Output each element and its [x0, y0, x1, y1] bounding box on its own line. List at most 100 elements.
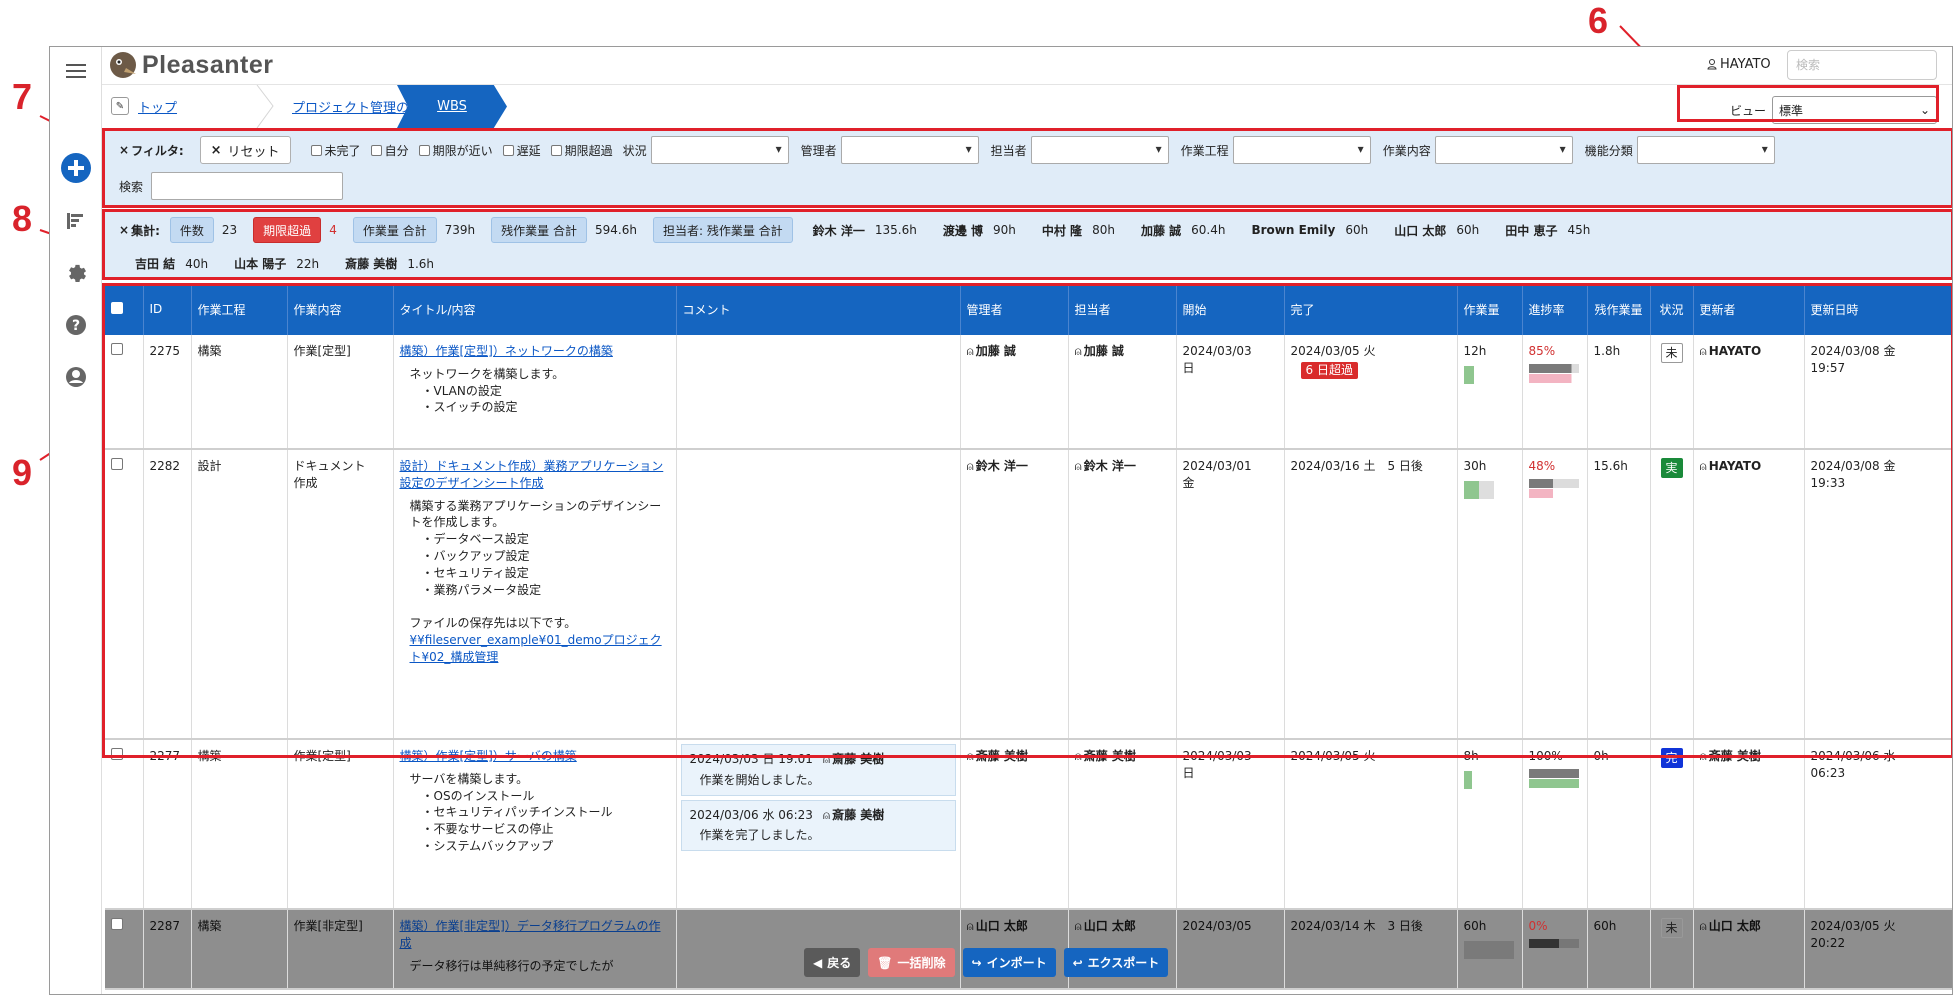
filter-content-select[interactable]	[1434, 136, 1573, 164]
table-row[interactable]: 2275 構築 作業[定型] 構築）作業[定型]）ネットワークの構築 ネットワー…	[105, 335, 1952, 450]
user-icon: ⍝	[1699, 749, 1707, 763]
table-row[interactable]: 2277 構築 作業[定型] 構築）作業[定型]）サーバの構築 サーバを構築しま…	[105, 739, 1952, 910]
user-icon: ⍝	[966, 344, 974, 358]
cell-id: 2287	[143, 909, 192, 990]
view-select[interactable]: 標準 ⌄	[1772, 96, 1938, 124]
header-end[interactable]: 完了	[1284, 283, 1458, 335]
row-checkbox[interactable]	[111, 748, 123, 760]
cell-remain: 60h	[1587, 909, 1651, 990]
filter-search-label: 検索	[119, 179, 144, 194]
row-title-link[interactable]: 構築）作業[定型]）ネットワークの構築	[400, 344, 613, 358]
header-id[interactable]: ID	[143, 283, 192, 335]
header-start[interactable]: 開始	[1176, 283, 1285, 335]
breadcrumb-item-wbs[interactable]: WBS	[397, 85, 507, 128]
import-button[interactable]: ↪ インポート	[962, 948, 1056, 977]
menu-icon[interactable]	[50, 61, 102, 81]
cell-end: 2024/03/05 火	[1284, 739, 1458, 910]
header-search-input[interactable]	[1787, 50, 1937, 80]
header-progress[interactable]: 進捗率	[1522, 283, 1588, 335]
comment-card[interactable]: 2024/03/06 水 06:23 ⍝ 斎藤 美樹 作業を完了しました。	[680, 799, 956, 852]
comment-card[interactable]: 2024/03/03 日 19:01 ⍝ 斎藤 美樹 作業を開始しました。	[680, 744, 956, 796]
gantt-icon[interactable]	[50, 209, 102, 233]
header-remain[interactable]: 残作業量	[1587, 283, 1651, 335]
row-checkbox[interactable]	[111, 458, 123, 470]
file-path-link[interactable]: ¥¥fileserver_example¥01_demoプロジェクト¥02_構成…	[410, 633, 662, 664]
cell-assignee: ⍝ 鈴木 洋一	[1068, 449, 1177, 740]
cell-manager: ⍝ 鈴木 洋一	[960, 449, 1069, 740]
aggregate-close-icon[interactable]: ×	[119, 223, 129, 237]
filter-check-self[interactable]: 自分	[370, 142, 409, 159]
cell-start: 2024/03/05	[1176, 909, 1285, 990]
count-chip[interactable]: 件数	[169, 217, 214, 243]
back-button[interactable]: ◀ 戻る	[804, 948, 861, 977]
gear-icon[interactable]	[50, 261, 102, 285]
row-title-link[interactable]: 構築）作業[非定型]）データ移行プログラムの作成	[400, 919, 661, 950]
header-process[interactable]: 作業工程	[191, 283, 288, 335]
aggregate-person: 田中 恵子 45h	[1505, 223, 1591, 238]
row-title-link[interactable]: 構築）作業[定型]）サーバの構築	[400, 749, 577, 763]
table-row[interactable]: 2282 設計 ドキュメント 作成 設計）ドキュメント作成）業務アプリケーション…	[105, 449, 1952, 740]
end-date: 2024/03/05 火	[1290, 344, 1376, 358]
progress-bar	[1528, 768, 1579, 788]
progress-bar	[1528, 938, 1579, 948]
cell-updater: ⍝ 山口 太郎	[1693, 909, 1805, 990]
cell-comment: 2024/03/03 日 19:01 ⍝ 斎藤 美樹 作業を開始しました。 2024…	[676, 739, 961, 910]
bulk-delete-button[interactable]: 🗑 一括削除	[868, 948, 955, 977]
cell-status: 未	[1650, 335, 1694, 450]
filter-check-near-deadline[interactable]: 期限が近い	[418, 142, 493, 159]
view-selected: 標準	[1779, 103, 1804, 118]
filter-function-select[interactable]	[1636, 136, 1775, 164]
filter-search-input[interactable]	[151, 172, 344, 200]
header-updater[interactable]: 更新者	[1693, 283, 1805, 335]
filter-manager-select[interactable]	[840, 136, 979, 164]
cell-updated: 2024/03/08 金 19:33	[1804, 449, 1952, 740]
logo[interactable]: Pleasanter	[108, 50, 273, 80]
help-icon[interactable]: ?	[50, 313, 102, 337]
header-work[interactable]: 作業量	[1457, 283, 1523, 335]
cell-remain: 15.6h	[1587, 449, 1651, 740]
add-icon[interactable]	[50, 151, 102, 185]
cell-start: 2024/03/01 金	[1176, 449, 1285, 740]
row-body: サーバを構築します。 ・OSのインストール ・セキュリティパッチインストール ・…	[409, 771, 613, 853]
account-icon[interactable]	[50, 365, 102, 389]
filter-status-select[interactable]	[650, 136, 789, 164]
filter-close-icon[interactable]: ×	[119, 143, 129, 157]
trash-icon: 🗑	[877, 955, 893, 970]
app-window: ? Pleasanter HAYATO ✎ トップ プロジェクト管理の例 WBS	[49, 46, 1953, 995]
cell-start: 2024/03/03 日	[1176, 335, 1285, 450]
cell-updater: ⍝ 斎藤 美樹	[1693, 739, 1805, 910]
row-title-link[interactable]: 設計）ドキュメント作成）業務アプリケーション設定のデザインシート作成	[400, 459, 664, 490]
assignee-remain-chip[interactable]: 担当者: 残作業量 合計	[652, 217, 793, 243]
edit-icon[interactable]: ✎	[111, 97, 129, 115]
breadcrumb-item-top[interactable]: トップ	[138, 85, 177, 128]
remain-sum-chip[interactable]: 残作業量 合計	[491, 217, 587, 243]
filter-check-overdue[interactable]: 期限超過	[550, 142, 613, 159]
export-icon: ↩	[1072, 955, 1083, 970]
cell-status: 完	[1650, 739, 1694, 910]
filter-check-incomplete[interactable]: 未完了	[310, 142, 361, 159]
row-checkbox[interactable]	[111, 343, 123, 355]
filter-assignee-select[interactable]	[1030, 136, 1169, 164]
select-all-checkbox[interactable]	[105, 283, 144, 335]
header-content[interactable]: 作業内容	[287, 283, 394, 335]
header-comment[interactable]: コメント	[676, 283, 961, 335]
overdue-chip[interactable]: 期限超過	[253, 217, 322, 243]
export-button[interactable]: ↩ エクスポート	[1063, 948, 1169, 977]
filter-process-select[interactable]	[1232, 136, 1371, 164]
row-checkbox[interactable]	[111, 918, 123, 930]
filter-check-delay[interactable]: 遅延	[502, 142, 541, 159]
work-sum-chip[interactable]: 作業量 合計	[352, 217, 437, 243]
user-icon: ⍝	[966, 749, 974, 763]
reset-button[interactable]: × リセット	[199, 136, 291, 164]
header-assignee[interactable]: 担当者	[1068, 283, 1177, 335]
header-manager[interactable]: 管理者	[960, 283, 1069, 335]
header-status[interactable]: 状況	[1650, 283, 1694, 335]
cell-comment	[676, 449, 961, 740]
svg-text:?: ?	[72, 318, 80, 334]
user-menu[interactable]: HAYATO	[1707, 57, 1771, 72]
aggregate-person: 加藤 誠 60.4h	[1140, 223, 1226, 238]
reset-label: リセット	[227, 144, 280, 160]
header-title[interactable]: タイトル/内容	[393, 283, 677, 335]
header-updated[interactable]: 更新日時	[1804, 283, 1952, 335]
filter-manager-label: 管理者	[800, 143, 837, 158]
